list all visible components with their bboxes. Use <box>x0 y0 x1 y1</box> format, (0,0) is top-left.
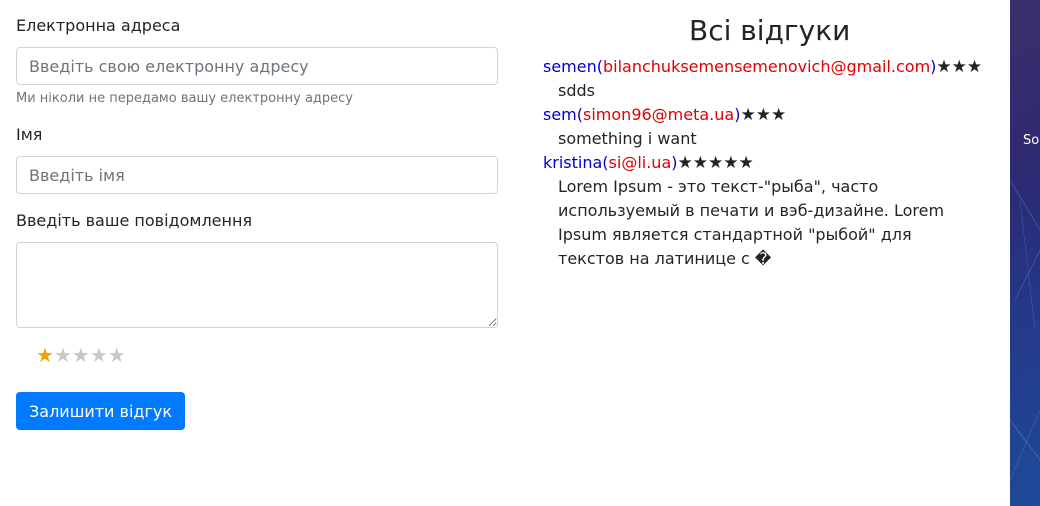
review-header: kristina(si@li.ua)★★★★★ <box>543 151 982 175</box>
review-author-name: kristina <box>543 153 603 172</box>
email-help-text: Ми ніколи не передамо вашу електронну ад… <box>16 91 353 106</box>
review-item: semen(bilanchuksemensemenovich@gmail.com… <box>543 55 982 103</box>
rating-star-icon[interactable]: ★ <box>90 345 108 365</box>
review-star-icon: ★ <box>708 153 724 173</box>
review-header: semen(bilanchuksemensemenovich@gmail.com… <box>543 55 982 79</box>
email-input[interactable] <box>16 47 498 85</box>
review-text: something i want <box>558 129 697 148</box>
rating-stars[interactable]: ★ ★ ★ ★ ★ <box>36 345 126 365</box>
review-star-icon: ★ <box>677 153 693 173</box>
review-item: kristina(si@li.ua)★★★★★ Lorem Ipsum - это… <box>543 151 982 271</box>
review-author-name: sem <box>543 105 577 124</box>
review-star-icon: ★ <box>738 153 754 173</box>
desktop-background: So <box>1010 0 1040 506</box>
submit-review-button[interactable]: Залишити відгук <box>16 392 186 430</box>
rating-star-icon[interactable]: ★ <box>108 345 126 365</box>
sidebar-label: So <box>1023 133 1040 148</box>
name-label: Імя <box>16 125 43 144</box>
review-header: sem(simon96@meta.ua)★★★ <box>543 103 982 127</box>
review-text: Lorem Ipsum - это текст-"рыба", часто ис… <box>558 177 945 268</box>
review-item: sem(simon96@meta.ua)★★★ something i want <box>543 103 982 151</box>
message-textarea[interactable] <box>16 242 498 328</box>
email-label: Електронна адреса <box>16 16 181 35</box>
message-label: Введіть ваше повідомлення <box>16 211 253 230</box>
review-star-icon: ★ <box>740 105 756 125</box>
rating-star-icon[interactable]: ★ <box>72 345 90 365</box>
name-input[interactable] <box>16 156 498 194</box>
review-author-email: bilanchuksemensemenovich@gmail.com <box>603 57 931 76</box>
review-star-icon: ★ <box>966 57 983 77</box>
background-lines-graphic <box>1010 179 1040 481</box>
review-star-icon: ★ <box>692 153 708 173</box>
review-star-icon: ★ <box>755 105 771 125</box>
review-author-name: semen <box>543 57 597 76</box>
reviews-title: Всі відгуки <box>689 14 851 47</box>
review-list: semen(bilanchuksemensemenovich@gmail.com… <box>543 55 982 271</box>
review-author-email: simon96@meta.ua <box>583 105 735 124</box>
review-star-icon: ★ <box>936 57 952 77</box>
review-text: sdds <box>558 81 595 100</box>
review-star-icon: ★ <box>723 153 739 173</box>
review-star-icon: ★ <box>770 105 787 125</box>
rating-star-icon[interactable]: ★ <box>54 345 72 365</box>
rating-star-icon[interactable]: ★ <box>36 345 54 365</box>
review-author-email: si@li.ua <box>608 153 672 172</box>
review-star-icon: ★ <box>951 57 967 77</box>
